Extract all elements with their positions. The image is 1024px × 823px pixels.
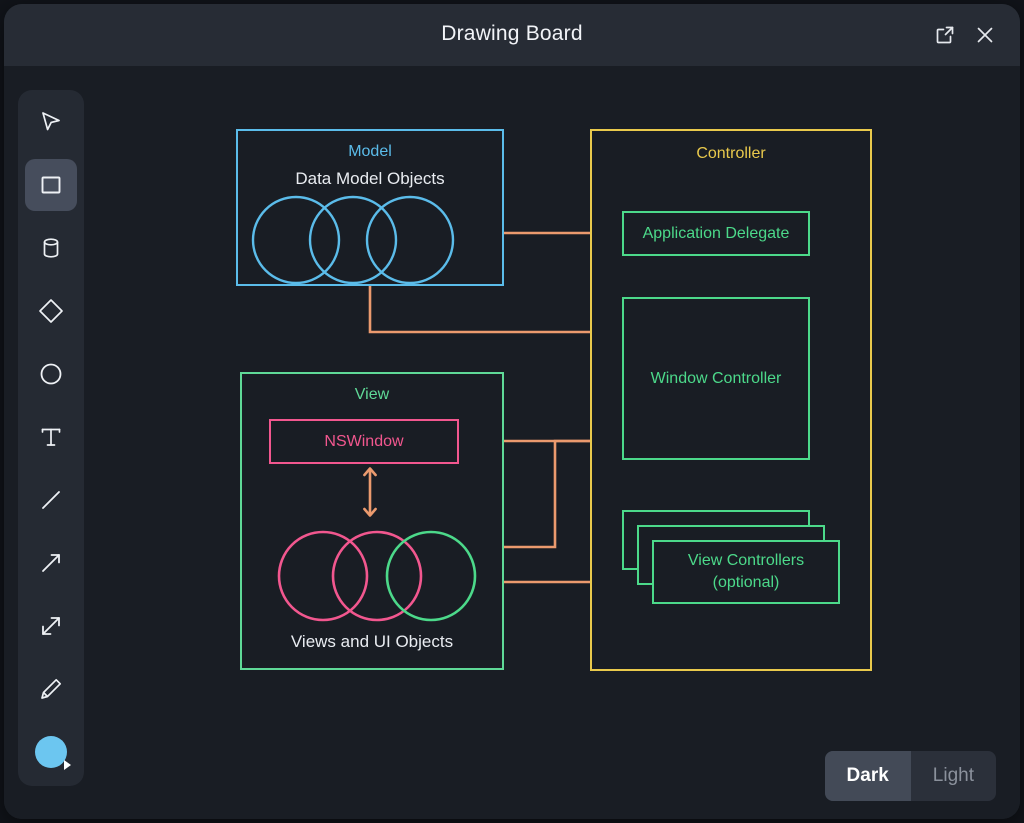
mvc-diagram: Model Data Model Objects Controller Appl… [4,66,1020,819]
theme-option-dark[interactable]: Dark [825,751,911,801]
window-controller-box[interactable]: Window Controller [622,297,810,460]
view-controllers-label-line1: View Controllers [688,550,804,572]
view-controllers-label-line2: (optional) [713,572,780,594]
drawing-board-window: Drawing Board [4,4,1020,819]
views-ui-objects-label: Views and UI Objects [242,632,502,652]
view-circles [272,522,482,632]
application-delegate-box[interactable]: Application Delegate [622,211,810,256]
drawing-canvas[interactable]: Model Data Model Objects Controller Appl… [4,66,1020,819]
model-group-title: Model [238,143,502,161]
view-group-title: View [242,386,502,404]
model-group[interactable]: Model Data Model Objects [236,129,504,286]
nswindow-label: NSWindow [324,433,403,451]
theme-option-light[interactable]: Light [911,751,996,801]
nswindow-box[interactable]: NSWindow [269,419,459,464]
application-delegate-label: Application Delegate [643,225,790,243]
view-controllers-box[interactable]: View Controllers (optional) [652,540,840,604]
title-bar: Drawing Board [4,4,1020,66]
window-title: Drawing Board [4,22,1020,46]
theme-toggle[interactable]: Dark Light [825,751,996,801]
window-controller-label: Window Controller [651,370,782,388]
model-circles [238,193,502,293]
controller-group-title: Controller [592,145,870,163]
model-group-subtitle: Data Model Objects [238,169,502,189]
close-icon[interactable] [972,22,998,48]
external-link-icon[interactable] [932,22,958,48]
